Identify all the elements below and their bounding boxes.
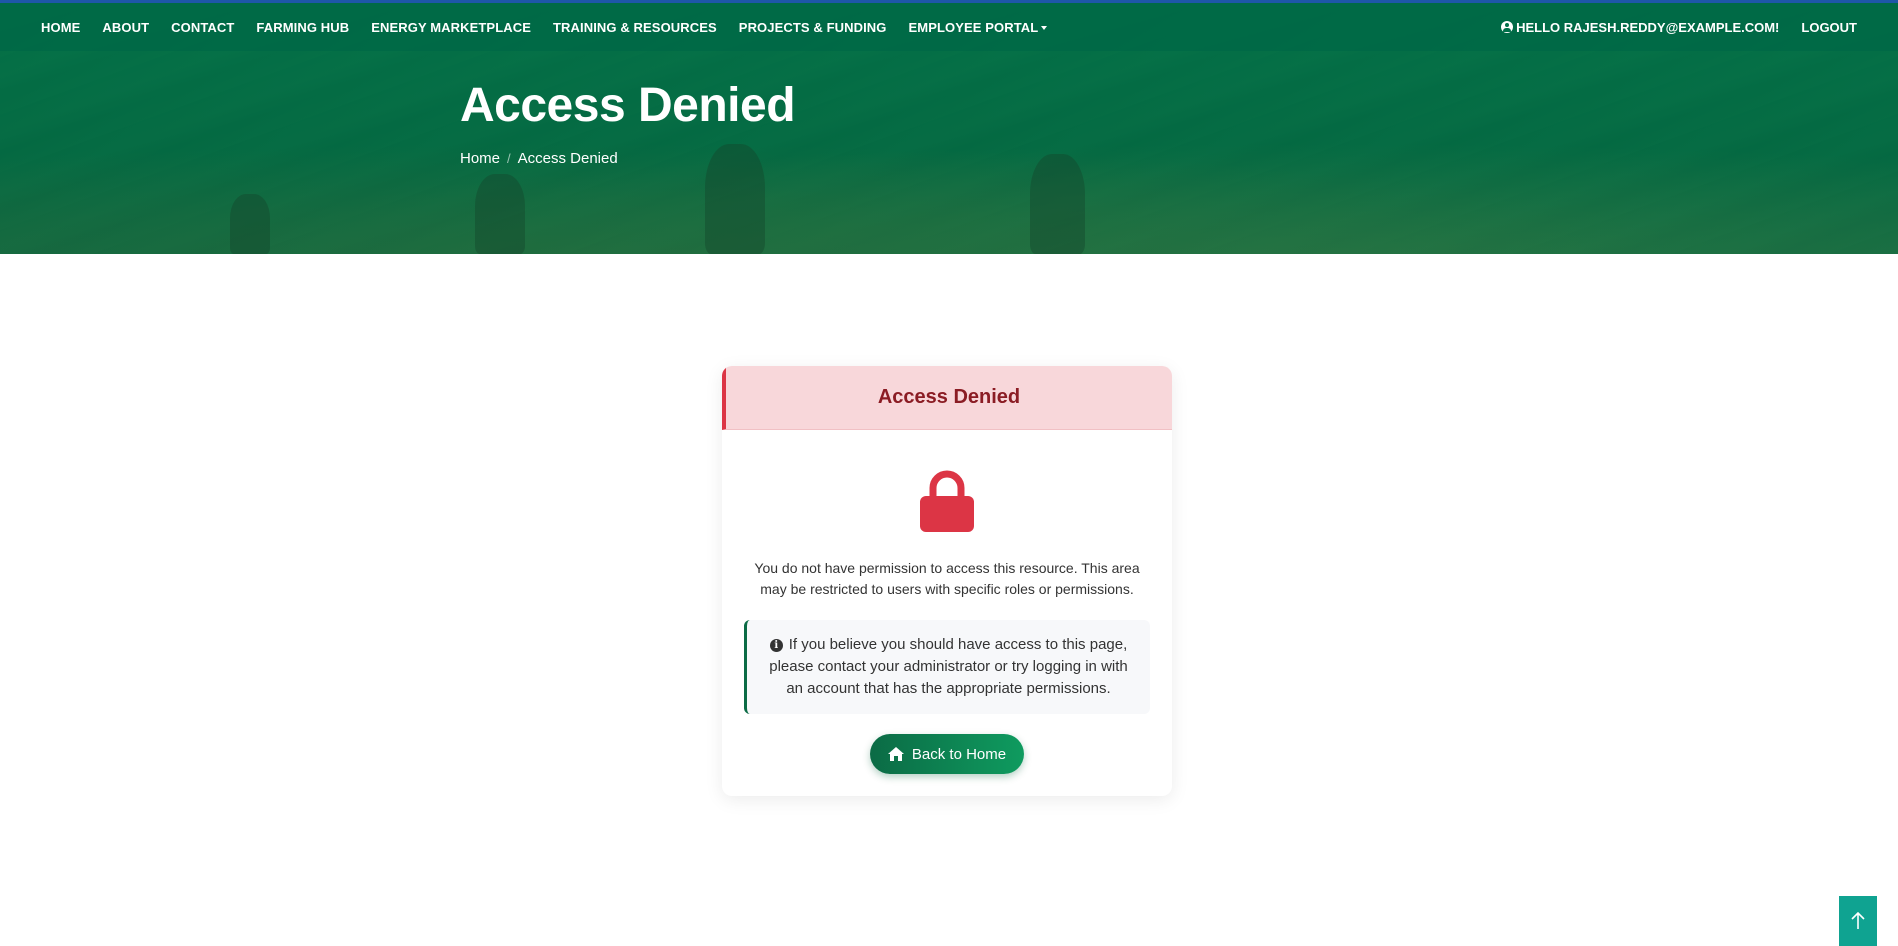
nav-energy-marketplace[interactable]: ENERGY MARKETPLACE bbox=[371, 20, 531, 35]
page-title: Access Denied bbox=[460, 79, 796, 132]
lock-icon bbox=[920, 470, 974, 532]
back-to-home-label: Back to Home bbox=[911, 745, 1007, 763]
nav-right: HELLO RAJESH.REDDY@EXAMPLE.COM! LOGOUT bbox=[1501, 20, 1857, 35]
nav-projects-funding[interactable]: PROJECTS & FUNDING bbox=[739, 20, 887, 35]
breadcrumb-home[interactable]: Home bbox=[460, 150, 500, 167]
user-greeting[interactable]: HELLO RAJESH.REDDY@EXAMPLE.COM! bbox=[1501, 20, 1779, 35]
nav-farming-hub[interactable]: FARMING HUB bbox=[256, 20, 349, 35]
card-header: Access Denied bbox=[722, 366, 1172, 430]
hero-figure bbox=[1030, 154, 1085, 254]
info-alert: i If you believe you should have access t… bbox=[744, 620, 1150, 714]
hero-background bbox=[0, 124, 1898, 254]
arrow-up-icon bbox=[1851, 912, 1865, 929]
nav-links: HOME ABOUT CONTACT FARMING HUB ENERGY MA… bbox=[41, 20, 1069, 35]
user-circle-icon bbox=[1501, 21, 1514, 33]
logout-link[interactable]: LOGOUT bbox=[1801, 20, 1857, 35]
back-to-top-button[interactable] bbox=[1839, 896, 1877, 946]
nav-employee-portal-dropdown[interactable]: EMPLOYEE PORTAL bbox=[909, 20, 1048, 35]
hero-banner: HOME ABOUT CONTACT FARMING HUB ENERGY MA… bbox=[0, 0, 1898, 254]
hero-figure bbox=[705, 144, 765, 254]
nav-contact[interactable]: CONTACT bbox=[171, 20, 234, 35]
breadcrumb-separator: / bbox=[507, 151, 511, 166]
info-alert-text: If you believe you should have access to… bbox=[769, 636, 1128, 697]
breadcrumb: Home / Access Denied bbox=[460, 150, 618, 167]
permission-message: You do not have permission to access thi… bbox=[754, 560, 1140, 597]
access-denied-card: Access Denied You do not have permission… bbox=[722, 366, 1172, 796]
hero-figure bbox=[475, 174, 525, 254]
main-navbar: HOME ABOUT CONTACT FARMING HUB ENERGY MA… bbox=[0, 3, 1898, 51]
card-title: Access Denied bbox=[877, 386, 1021, 408]
user-greeting-text: HELLO RAJESH.REDDY@EXAMPLE.COM! bbox=[1516, 19, 1780, 35]
breadcrumb-current: Access Denied bbox=[517, 150, 618, 167]
home-icon bbox=[887, 747, 904, 761]
info-circle-icon: i bbox=[769, 639, 783, 652]
back-to-home-button[interactable]: Back to Home bbox=[870, 734, 1024, 774]
nav-training-resources[interactable]: TRAINING & RESOURCES bbox=[553, 20, 717, 35]
nav-about[interactable]: ABOUT bbox=[102, 20, 149, 35]
nav-employee-portal-label: EMPLOYEE PORTAL bbox=[908, 19, 1039, 35]
caret-down-icon bbox=[1041, 26, 1048, 31]
hero-figure bbox=[230, 194, 270, 254]
nav-home[interactable]: HOME bbox=[41, 20, 80, 35]
